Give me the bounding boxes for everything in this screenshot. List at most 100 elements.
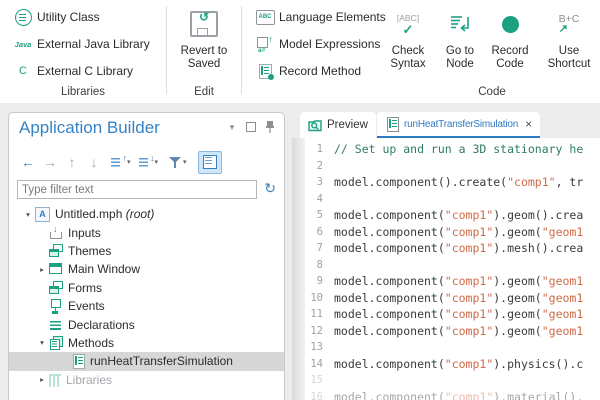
check-syntax-button[interactable]: [ABC]✓ Check Syntax: [380, 5, 436, 71]
panel-window-controls: ▾: [226, 121, 276, 133]
tree-item-label: Main Window: [68, 262, 140, 276]
utility-class-button[interactable]: Utility Class: [12, 5, 100, 29]
language-elements-button[interactable]: ABC Language Elements: [254, 5, 386, 29]
close-icon[interactable]: ×: [525, 119, 532, 129]
code-line[interactable]: 15: [292, 372, 600, 389]
button-label: Utility Class: [37, 10, 100, 24]
inputs-icon: [49, 226, 63, 240]
java-icon: Java: [12, 34, 34, 54]
refresh-icon[interactable]: ↻: [264, 180, 276, 197]
go-to-node-icon: [438, 5, 482, 43]
record-method-button[interactable]: Record Method: [254, 59, 361, 83]
tree-item-libraries[interactable]: ▸Libraries: [9, 371, 284, 389]
method-doc-icon: [387, 117, 399, 132]
tree-chevron-icon[interactable]: ▾: [21, 210, 35, 219]
collapse-chevron-icon[interactable]: ▾: [226, 121, 238, 133]
use-shortcut-button[interactable]: B+C↗ Use Shortcut: [538, 5, 600, 71]
tree-chevron-icon[interactable]: ▸: [35, 265, 49, 274]
node-text-toggle-icon[interactable]: [198, 151, 222, 174]
filter-icon[interactable]: ▾: [160, 151, 189, 173]
forward-icon[interactable]: →: [39, 151, 61, 173]
tree-chevron-icon[interactable]: ▾: [35, 338, 49, 347]
code-text: model.component("comp1").geom("geom1: [334, 290, 583, 307]
tree-item-events[interactable]: Events: [9, 297, 284, 315]
main-window-icon: [49, 262, 63, 276]
line-number: 16: [292, 389, 323, 400]
line-number: 1: [292, 141, 323, 158]
dropdown-caret-icon[interactable]: ▾: [155, 158, 159, 166]
tree-item-main-window[interactable]: ▸ Main Window: [9, 260, 284, 278]
declarations-icon: [49, 318, 63, 332]
go-to-node-button[interactable]: Go to Node: [438, 5, 482, 71]
panel-toolbar: ← → ↑ ↓ ↑ ▾ ↓ ▾ ▾: [17, 149, 222, 175]
app-icon: A: [35, 207, 50, 222]
code-line[interactable]: 4: [292, 191, 600, 208]
button-label: Go to Node: [438, 45, 482, 71]
model-expressions-button[interactable]: ↑a= Model Expressions: [254, 32, 380, 56]
line-number: 13: [292, 339, 323, 356]
code-line[interactable]: 2: [292, 158, 600, 175]
tree-item-themes[interactable]: Themes: [9, 242, 284, 260]
code-line[interactable]: 16model.component("comp1").material().: [292, 389, 600, 400]
tree-item-label: Declarations: [68, 318, 135, 332]
move-up-icon[interactable]: ↑ ▾: [105, 151, 133, 173]
code-text: model.component("comp1").geom("geom1: [334, 273, 583, 290]
tree-item-runheattransfersimulation[interactable]: runHeatTransferSimulation: [9, 352, 284, 370]
ribbon-group-code: ABC Language Elements ↑a= Model Expressi…: [242, 0, 600, 103]
editor-tab-bar: Preview runHeatTransferSimulation ×: [292, 112, 600, 138]
libraries-icon: [49, 374, 61, 387]
down-arrow-icon[interactable]: ↓: [83, 151, 105, 173]
panel-title: Application Builder: [19, 118, 160, 138]
code-text: model.component("comp1").physics().c: [334, 356, 583, 373]
method-editor: Preview runHeatTransferSimulation × 1// …: [292, 112, 600, 400]
code-line[interactable]: 1// Set up and run a 3D stationary he: [292, 141, 600, 158]
method-icon: [73, 354, 85, 369]
tree-item-inputs[interactable]: Inputs: [9, 223, 284, 241]
ribbon: Utility Class Java External Java Library…: [0, 0, 600, 103]
tree-item-untitled-mph[interactable]: ▾AUntitled.mph (root): [9, 205, 284, 223]
code-text: model.component("comp1").geom("geom1: [334, 306, 583, 323]
code-line[interactable]: 3model.component().create("comp1", tr: [292, 174, 600, 191]
up-arrow-icon[interactable]: ↑: [61, 151, 83, 173]
tab-preview[interactable]: Preview: [300, 112, 376, 138]
code-editor[interactable]: 1// Set up and run a 3D stationary he23m…: [292, 138, 600, 400]
tree-chevron-icon[interactable]: ▸: [35, 375, 49, 384]
button-label: Record Code: [484, 45, 536, 71]
external-java-library-button[interactable]: Java External Java Library: [12, 32, 150, 56]
application-window: Utility Class Java External Java Library…: [0, 0, 600, 400]
group-label-libraries: Libraries: [0, 86, 166, 98]
record-code-button[interactable]: Record Code: [484, 5, 536, 71]
pin-icon[interactable]: [264, 121, 276, 133]
code-text: model.component("comp1").geom("geom1: [334, 224, 583, 241]
code-line[interactable]: 7model.component("comp1").mesh().crea: [292, 240, 600, 257]
tree-item-forms[interactable]: Forms: [9, 279, 284, 297]
language-elements-icon: ABC: [254, 7, 276, 27]
code-line[interactable]: 8: [292, 257, 600, 274]
float-window-icon[interactable]: [245, 121, 257, 133]
model-expressions-icon: ↑a=: [254, 34, 276, 54]
line-number: 2: [292, 158, 323, 175]
dropdown-caret-icon[interactable]: ▾: [183, 158, 187, 166]
revert-to-saved-button[interactable]: ↺ Revert to Saved: [167, 5, 241, 71]
filter-input[interactable]: [17, 180, 257, 199]
tree-item-declarations[interactable]: Declarations: [9, 315, 284, 333]
record-method-icon: [254, 61, 276, 81]
code-line[interactable]: 10model.component("comp1").geom("geom1: [292, 290, 600, 307]
line-number: 11: [292, 306, 323, 323]
back-icon[interactable]: ←: [17, 151, 39, 173]
code-line[interactable]: 9model.component("comp1").geom("geom1: [292, 273, 600, 290]
tree-item-suffix: (root): [122, 207, 154, 221]
tree-item-methods[interactable]: ▾Methods: [9, 334, 284, 352]
external-c-library-button[interactable]: C External C Library: [12, 59, 133, 83]
line-number: 5: [292, 207, 323, 224]
code-line[interactable]: 11 model.component("comp1").geom("geom1: [292, 306, 600, 323]
code-line[interactable]: 5model.component("comp1").geom().crea: [292, 207, 600, 224]
tab-run-heat-transfer-simulation[interactable]: runHeatTransferSimulation ×: [377, 112, 540, 138]
code-line[interactable]: 13: [292, 339, 600, 356]
move-down-icon[interactable]: ↓ ▾: [133, 151, 161, 173]
code-line[interactable]: 6model.component("comp1").geom("geom1: [292, 224, 600, 241]
dropdown-caret-icon[interactable]: ▾: [127, 158, 131, 166]
code-line[interactable]: 12model.component("comp1").geom("geom1: [292, 323, 600, 340]
button-label: Use Shortcut: [538, 45, 600, 71]
code-line[interactable]: 14model.component("comp1").physics().c: [292, 356, 600, 373]
